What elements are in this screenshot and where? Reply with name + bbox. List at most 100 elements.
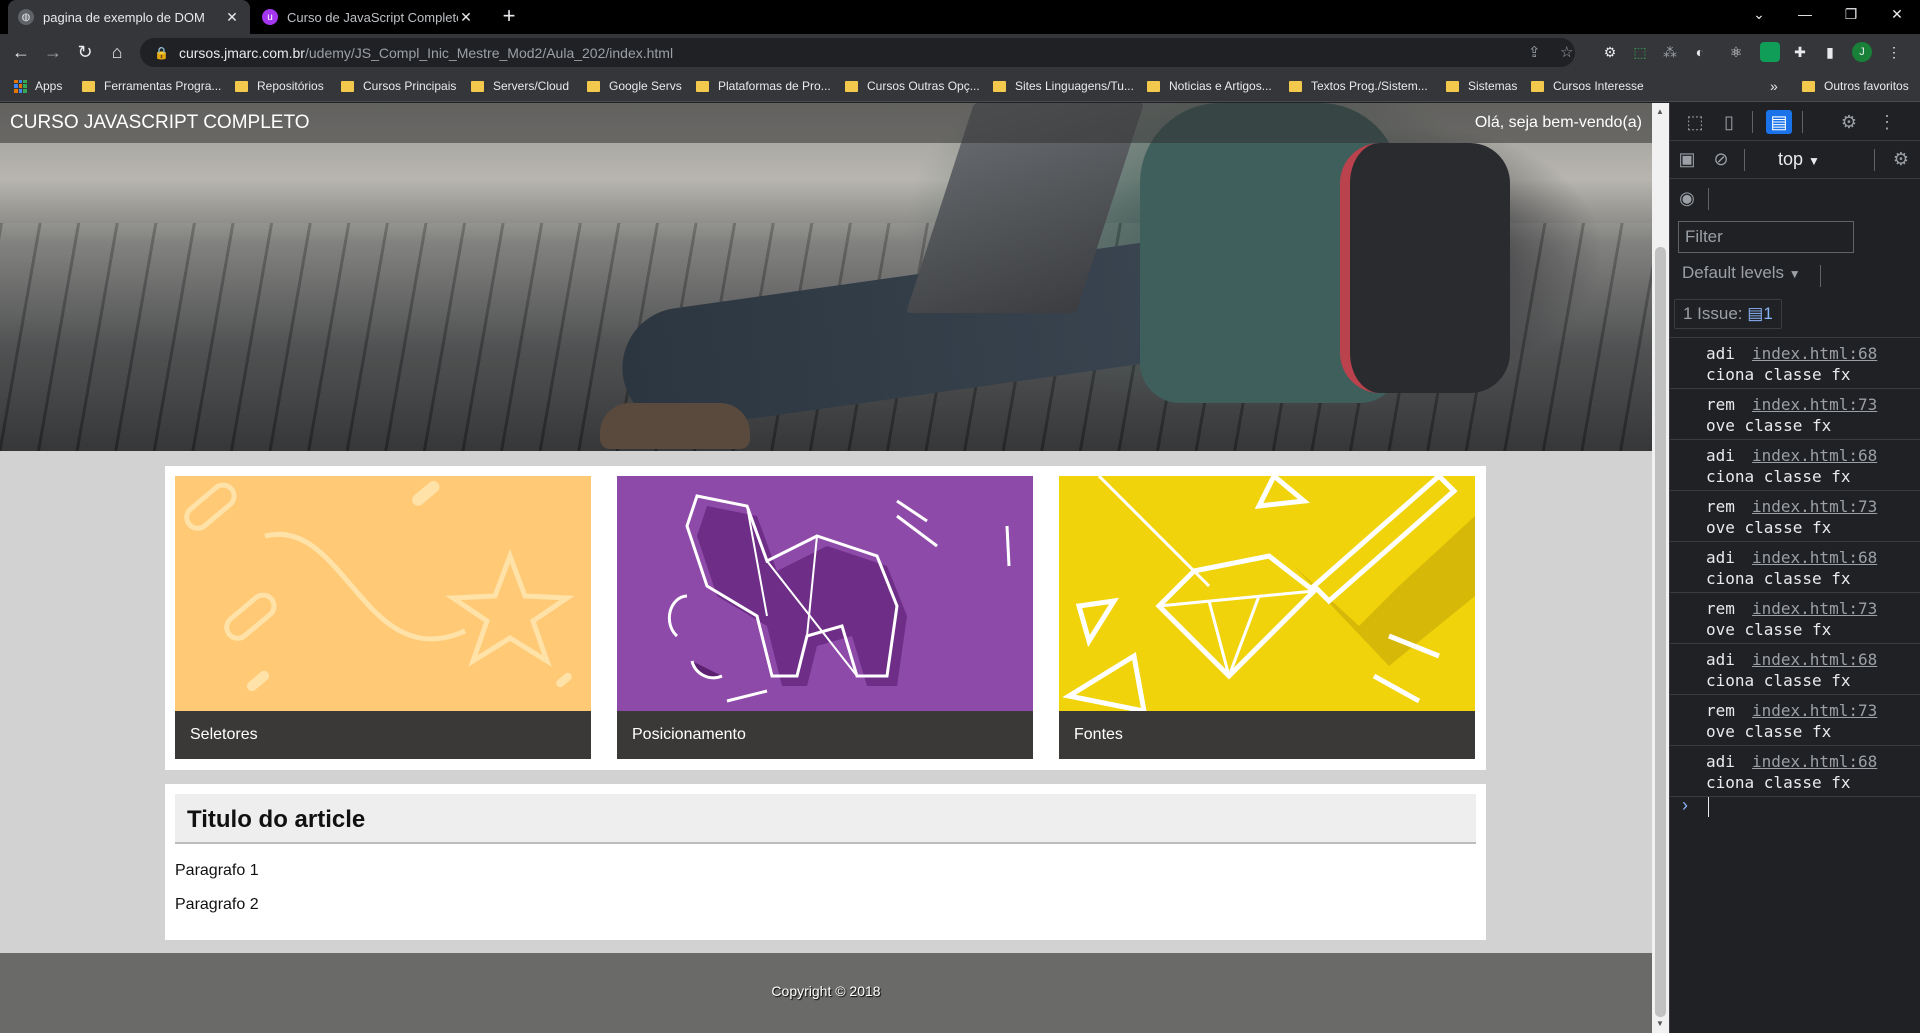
- tab-strip: ◍ pagina de exemplo de DOM ✕ u Curso de …: [0, 0, 1920, 34]
- close-tab-icon[interactable]: ✕: [224, 9, 240, 26]
- address-bar[interactable]: 🔒 cursos.jmarc.com.br/udemy/JS_Compl_Ini…: [140, 38, 1575, 67]
- clear-console-icon[interactable]: ⊘: [1708, 147, 1734, 171]
- close-window-button[interactable]: ✕: [1874, 0, 1920, 30]
- context-selector[interactable]: top ▼: [1778, 149, 1820, 170]
- log-text: ove classe fx: [1706, 416, 1832, 435]
- card-illustration: [175, 476, 591, 711]
- separator: [1744, 149, 1745, 171]
- separator: [1802, 111, 1803, 133]
- forward-button[interactable]: →: [40, 39, 66, 65]
- bookmark-folder[interactable]: Sistemas: [1446, 70, 1517, 102]
- eye-icon[interactable]: ◉: [1674, 186, 1700, 210]
- site-header: CURSO JAVASCRIPT COMPLETO Olá, seja bem-…: [0, 103, 1652, 143]
- log-source-link[interactable]: index.html:73: [1752, 599, 1877, 618]
- log-text: ciona classe fx: [1706, 773, 1851, 792]
- log-levels-dropdown[interactable]: Default levels ▼: [1682, 263, 1801, 283]
- side-panel-icon[interactable]: ▮: [1820, 42, 1840, 62]
- log-text: rem: [1706, 701, 1735, 720]
- extension-circle-icon[interactable]: ◐: [1690, 42, 1710, 62]
- share-icon[interactable]: ⇪: [1528, 43, 1541, 61]
- bookmark-folder[interactable]: Cursos Principais: [341, 70, 456, 102]
- scroll-down-arrow-icon[interactable]: ▼: [1656, 1019, 1664, 1028]
- bookmark-label: Cursos Principais: [363, 79, 457, 93]
- globe-icon: ◍: [18, 9, 34, 25]
- issues-button[interactable]: 1 Issue: ▤1: [1674, 299, 1782, 329]
- article-header: Titulo do article: [175, 794, 1476, 844]
- restore-button[interactable]: ❐: [1828, 0, 1874, 30]
- bookmark-folder[interactable]: Noticias e Artigos...: [1147, 70, 1272, 102]
- close-tab-icon[interactable]: ✕: [458, 9, 474, 26]
- extension-screenshot-icon[interactable]: ⬚: [1630, 42, 1650, 62]
- home-button[interactable]: ⌂: [104, 39, 130, 65]
- card-posicionamento[interactable]: Posicionamento: [617, 476, 1033, 759]
- bookmark-other-favorites[interactable]: Outros favoritos: [1802, 70, 1909, 102]
- page-viewport: CURSO JAVASCRIPT COMPLETO Olá, seja bem-…: [0, 103, 1652, 1033]
- log-source-link[interactable]: index.html:73: [1752, 701, 1877, 720]
- log-source-link[interactable]: index.html:73: [1752, 497, 1877, 516]
- scrollbar-thumb[interactable]: [1655, 247, 1666, 1017]
- reload-button[interactable]: ↻: [72, 39, 98, 65]
- sidebar-toggle-icon[interactable]: ▣: [1674, 147, 1700, 171]
- console-settings-icon[interactable]: ⚙: [1888, 147, 1914, 171]
- page-scrollbar[interactable]: ▲ ▼: [1652, 103, 1669, 1033]
- folder-icon: [235, 80, 248, 92]
- menu-kebab-icon[interactable]: ⋮: [1884, 42, 1904, 62]
- bookmark-folder[interactable]: Cursos Interesse: [1531, 70, 1644, 102]
- console-tab-icon[interactable]: ▤: [1766, 110, 1792, 134]
- dropdown-arrow-icon: ▼: [1808, 154, 1820, 168]
- extension-grid-icon[interactable]: ⁂: [1660, 42, 1680, 62]
- back-button[interactable]: ←: [8, 39, 34, 65]
- settings-gear-icon[interactable]: ⚙: [1836, 110, 1862, 134]
- bookmark-folder[interactable]: Servers/Cloud: [471, 70, 569, 102]
- separator: [1752, 111, 1753, 133]
- console-filter-input[interactable]: Filter: [1678, 221, 1854, 253]
- extensions-puzzle-icon[interactable]: ✚: [1790, 42, 1810, 62]
- bookmark-star-icon[interactable]: ☆: [1560, 43, 1573, 61]
- bookmark-folder[interactable]: Ferramentas Progra...: [82, 70, 221, 102]
- card-seletores[interactable]: Seletores: [175, 476, 591, 759]
- tab-curso-javascript[interactable]: u Curso de JavaScript Completo do ✕: [252, 0, 484, 34]
- issues-label: 1 Issue:: [1683, 304, 1743, 323]
- bookmark-apps[interactable]: Apps: [14, 70, 62, 102]
- inspect-element-icon[interactable]: ⬚: [1682, 110, 1708, 134]
- console-log-entry: rem index.html:73 ove classe fx: [1670, 389, 1920, 440]
- folder-icon: [82, 80, 95, 92]
- scroll-up-arrow-icon[interactable]: ▲: [1656, 107, 1664, 116]
- console-log-entry: rem index.html:73 ove classe fx: [1670, 695, 1920, 746]
- extension-react-icon[interactable]: ⚛: [1726, 42, 1746, 62]
- log-source-link[interactable]: index.html:68: [1752, 446, 1877, 465]
- bookmark-folder[interactable]: Cursos Outras Opç...: [845, 70, 980, 102]
- site-title: CURSO JAVASCRIPT COMPLETO: [10, 112, 310, 133]
- separator: [1874, 149, 1875, 171]
- log-source-link[interactable]: index.html:68: [1752, 548, 1877, 567]
- hero-image: CURSO JAVASCRIPT COMPLETO Olá, seja bem-…: [0, 103, 1652, 451]
- console-log-entry: adi index.html:68 ciona classe fx: [1670, 542, 1920, 593]
- profile-avatar[interactable]: J: [1852, 42, 1872, 62]
- log-source-link[interactable]: index.html:68: [1752, 344, 1877, 363]
- bookmark-folder[interactable]: Textos Prog./Sistem...: [1289, 70, 1428, 102]
- separator: [1708, 188, 1709, 210]
- bookmark-folder[interactable]: Repositórios: [235, 70, 324, 102]
- log-source-link[interactable]: index.html:68: [1752, 752, 1877, 771]
- bookmarks-overflow-button[interactable]: »: [1770, 70, 1778, 102]
- tab-search-icon[interactable]: ⌄: [1736, 0, 1782, 30]
- article-section: Titulo do article Paragrafo 1 Paragrafo …: [165, 784, 1486, 940]
- extension-green-icon[interactable]: [1760, 42, 1780, 62]
- bookmark-folder[interactable]: Sites Linguagens/Tu...: [993, 70, 1134, 102]
- console-input[interactable]: [1708, 797, 1709, 817]
- bookmark-folder[interactable]: Plataformas de Pro...: [696, 70, 831, 102]
- log-text: adi: [1706, 548, 1735, 567]
- more-options-icon[interactable]: ⋮: [1874, 110, 1900, 134]
- log-source-link[interactable]: index.html:73: [1752, 395, 1877, 414]
- card-fontes[interactable]: Fontes: [1059, 476, 1475, 759]
- bookmark-label: Outros favoritos: [1824, 79, 1909, 93]
- log-text: rem: [1706, 395, 1735, 414]
- tab-dom-example[interactable]: ◍ pagina de exemplo de DOM ✕: [8, 0, 250, 34]
- log-source-link[interactable]: index.html:68: [1752, 650, 1877, 669]
- bookmark-folder[interactable]: Google Servs: [587, 70, 682, 102]
- new-tab-button[interactable]: +: [496, 4, 522, 30]
- device-toolbar-icon[interactable]: ▯: [1716, 110, 1742, 134]
- folder-icon: [587, 80, 600, 92]
- extension-gear-icon[interactable]: ⚙: [1600, 42, 1620, 62]
- minimize-button[interactable]: —: [1782, 0, 1828, 30]
